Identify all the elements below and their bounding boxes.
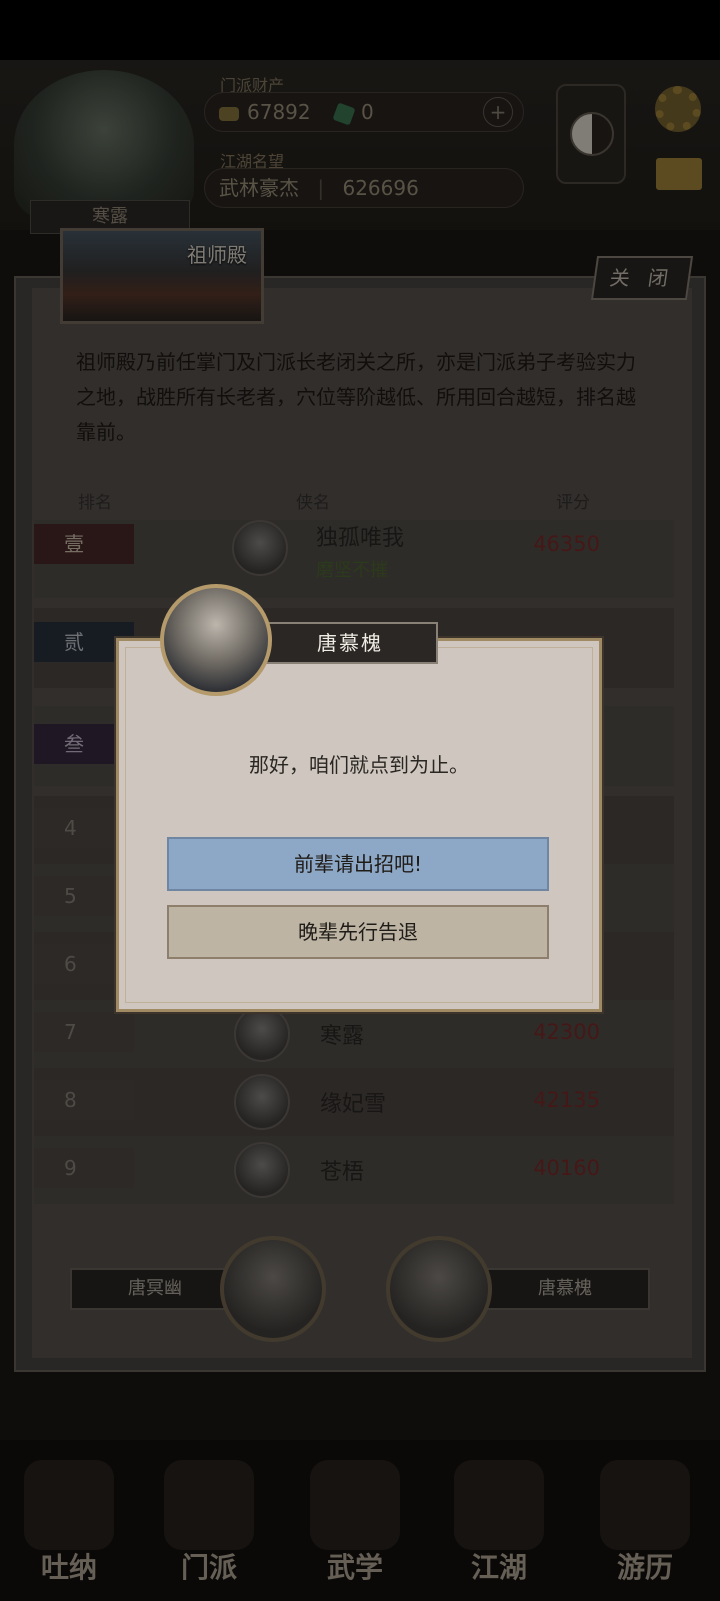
dialogue-text: 那好，咱们就点到为止。 (249, 753, 469, 777)
speaker-avatar (160, 584, 272, 696)
speaker-name: 唐慕槐 (262, 622, 438, 664)
retreat-button[interactable]: 晚辈先行告退 (167, 905, 549, 959)
dialogue-box: 那好，咱们就点到为止。 前辈请出招吧! 晚辈先行告退 (116, 638, 602, 1012)
challenge-button[interactable]: 前辈请出招吧! (167, 837, 549, 891)
